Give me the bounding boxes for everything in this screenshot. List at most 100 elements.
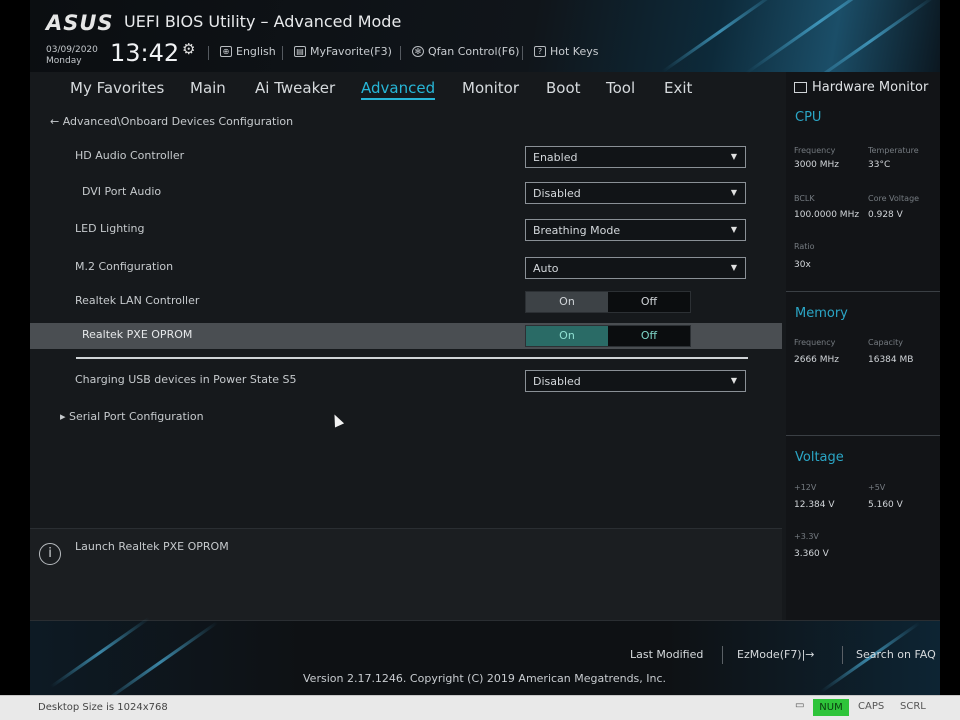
tab-advanced[interactable]: Advanced <box>361 79 436 100</box>
hotkeys-label: Hot Keys <box>550 45 599 58</box>
pxe-oprom-toggle[interactable]: On Off <box>525 325 691 347</box>
version-text: Version 2.17.1246. Copyright (C) 2019 Am… <box>303 672 667 685</box>
num-lock-indicator: NUM <box>813 699 849 716</box>
bios-window: ASUS UEFI BIOS Utility – Advanced Mode 0… <box>30 0 940 695</box>
host-status-bar: Desktop Size is 1024x768 ▭ NUM CAPS SCRL <box>0 695 960 720</box>
cpu-frequency-label: Frequency <box>794 146 836 155</box>
hw-divider <box>786 435 940 436</box>
qfan-label: Qfan Control(F6) <box>428 45 520 58</box>
footer-separator <box>722 646 723 664</box>
qfan-button[interactable]: ✻ Qfan Control(F6) <box>412 45 519 58</box>
tab-exit[interactable]: Exit <box>664 79 692 97</box>
favorite-icon: ▤ <box>294 46 306 57</box>
tab-boot[interactable]: Boot <box>546 79 581 97</box>
monitor-icon <box>794 82 807 93</box>
mouse-cursor-icon <box>329 412 345 428</box>
setting-label: Charging USB devices in Power State S5 <box>75 373 297 386</box>
tab-my-favorites[interactable]: My Favorites <box>70 79 164 97</box>
main-tabs: My Favorites Main Ai Tweaker Advanced Mo… <box>30 76 790 104</box>
ezmode-button[interactable]: EzMode(F7)|→ <box>737 648 815 661</box>
header-separator <box>522 46 523 60</box>
app-title: UEFI BIOS Utility – Advanced Mode <box>124 12 402 31</box>
setting-label: LED Lighting <box>75 222 145 235</box>
tab-monitor[interactable]: Monitor <box>462 79 519 97</box>
v33-label: +3.3V <box>794 532 819 541</box>
toggle-on-option[interactable]: On <box>526 292 608 312</box>
v33-value: 3.360 V <box>794 549 829 559</box>
memory-capacity-value: 16384 MB <box>868 355 914 365</box>
chevron-down-icon: ▼ <box>730 263 737 272</box>
submenu-label: Serial Port Configuration <box>69 410 204 423</box>
setting-row-lan-controller[interactable]: Realtek LAN Controller On Off <box>30 289 782 315</box>
cpu-heading: CPU <box>795 110 822 125</box>
footer-separator <box>842 646 843 664</box>
usb-charging-dropdown[interactable]: Disabled ▼ <box>525 370 746 392</box>
core-voltage-value: 0.928 V <box>868 210 903 220</box>
setting-label: HD Audio Controller <box>75 149 185 162</box>
dropdown-value: Enabled <box>533 151 578 164</box>
memory-frequency-label: Frequency <box>794 338 836 347</box>
language-label: English <box>236 45 276 58</box>
m2-config-dropdown[interactable]: Auto ▼ <box>525 257 746 279</box>
scroll-lock-indicator: SCRL <box>900 701 926 712</box>
cpu-frequency-value: 3000 MHz <box>794 160 840 170</box>
dvi-audio-dropdown[interactable]: Disabled ▼ <box>525 182 746 204</box>
gear-icon[interactable]: ⚙ <box>182 40 195 58</box>
hw-divider <box>786 291 940 292</box>
footer-bar: Last Modified EzMode(F7)|→ Search on FAQ… <box>30 616 940 695</box>
hotkeys-button[interactable]: ? Hot Keys <box>534 45 599 58</box>
header-separator <box>400 46 401 60</box>
voltage-heading: Voltage <box>795 450 844 465</box>
setting-row-dvi-audio[interactable]: DVI Port Audio Disabled ▼ <box>30 180 782 206</box>
keyboard-icon: ▭ <box>795 700 805 711</box>
breadcrumb[interactable]: ← Advanced\Onboard Devices Configuration <box>50 115 293 128</box>
footer-decor <box>101 621 219 695</box>
toggle-on-option[interactable]: On <box>526 326 608 346</box>
setting-label: Realtek LAN Controller <box>75 294 200 307</box>
setting-row-led-lighting[interactable]: LED Lighting Breathing Mode ▼ <box>30 217 782 243</box>
tab-tool[interactable]: Tool <box>606 79 635 97</box>
setting-row-pxe-oprom[interactable]: Realtek PXE OPROM On Off <box>30 323 782 349</box>
memory-heading: Memory <box>795 306 848 321</box>
date-text: 03/09/2020 <box>46 45 98 55</box>
chevron-down-icon: ▼ <box>730 152 737 161</box>
serial-port-submenu[interactable]: ▸ Serial Port Configuration <box>60 410 204 423</box>
hardware-monitor-label: Hardware Monitor <box>812 80 929 95</box>
hardware-monitor-panel: Hardware Monitor CPU Frequency Temperatu… <box>786 72 940 620</box>
lan-controller-toggle[interactable]: On Off <box>525 291 691 313</box>
v12-label: +12V <box>794 483 817 492</box>
header-separator <box>208 46 209 60</box>
tab-main[interactable]: Main <box>190 79 226 97</box>
header-bar: ASUS UEFI BIOS Utility – Advanced Mode 0… <box>30 0 940 89</box>
v12-value: 12.384 V <box>794 500 835 510</box>
setting-label: M.2 Configuration <box>75 260 174 273</box>
led-lighting-dropdown[interactable]: Breathing Mode ▼ <box>525 219 746 241</box>
breadcrumb-path: Advanced\Onboard Devices Configuration <box>62 115 294 128</box>
back-arrow-icon[interactable]: ← <box>50 115 59 128</box>
asus-logo: ASUS <box>46 11 114 35</box>
toggle-off-option[interactable]: Off <box>608 326 690 346</box>
myfavorite-button[interactable]: ▤ MyFavorite(F3) <box>294 45 392 58</box>
language-button[interactable]: ⊕ English <box>220 45 276 58</box>
hd-audio-dropdown[interactable]: Enabled ▼ <box>525 146 746 168</box>
setting-row-hd-audio[interactable]: HD Audio Controller Enabled ▼ <box>30 144 782 170</box>
setting-row-usb-charging[interactable]: Charging USB devices in Power State S5 D… <box>30 368 782 394</box>
setting-row-m2-config[interactable]: M.2 Configuration Auto ▼ <box>30 255 782 281</box>
info-icon: i <box>39 543 61 565</box>
toggle-off-option[interactable]: Off <box>608 292 690 312</box>
memory-capacity-label: Capacity <box>868 338 903 347</box>
v5-label: +5V <box>868 483 886 492</box>
last-modified-button[interactable]: Last Modified <box>630 648 703 661</box>
time-display: 13:42 <box>110 39 180 67</box>
cpu-temperature-label: Temperature <box>868 146 919 155</box>
section-divider <box>76 357 748 359</box>
search-faq-button[interactable]: Search on FAQ <box>856 648 936 661</box>
ratio-value: 30x <box>794 260 811 270</box>
tab-ai-tweaker[interactable]: Ai Tweaker <box>255 79 335 97</box>
myfavorite-label: MyFavorite(F3) <box>310 45 392 58</box>
help-icon: ? <box>534 46 546 57</box>
dropdown-value: Disabled <box>533 375 581 388</box>
bclk-label: BCLK <box>794 194 815 203</box>
setting-label: DVI Port Audio <box>82 185 162 198</box>
weekday-text: Monday <box>46 56 82 66</box>
